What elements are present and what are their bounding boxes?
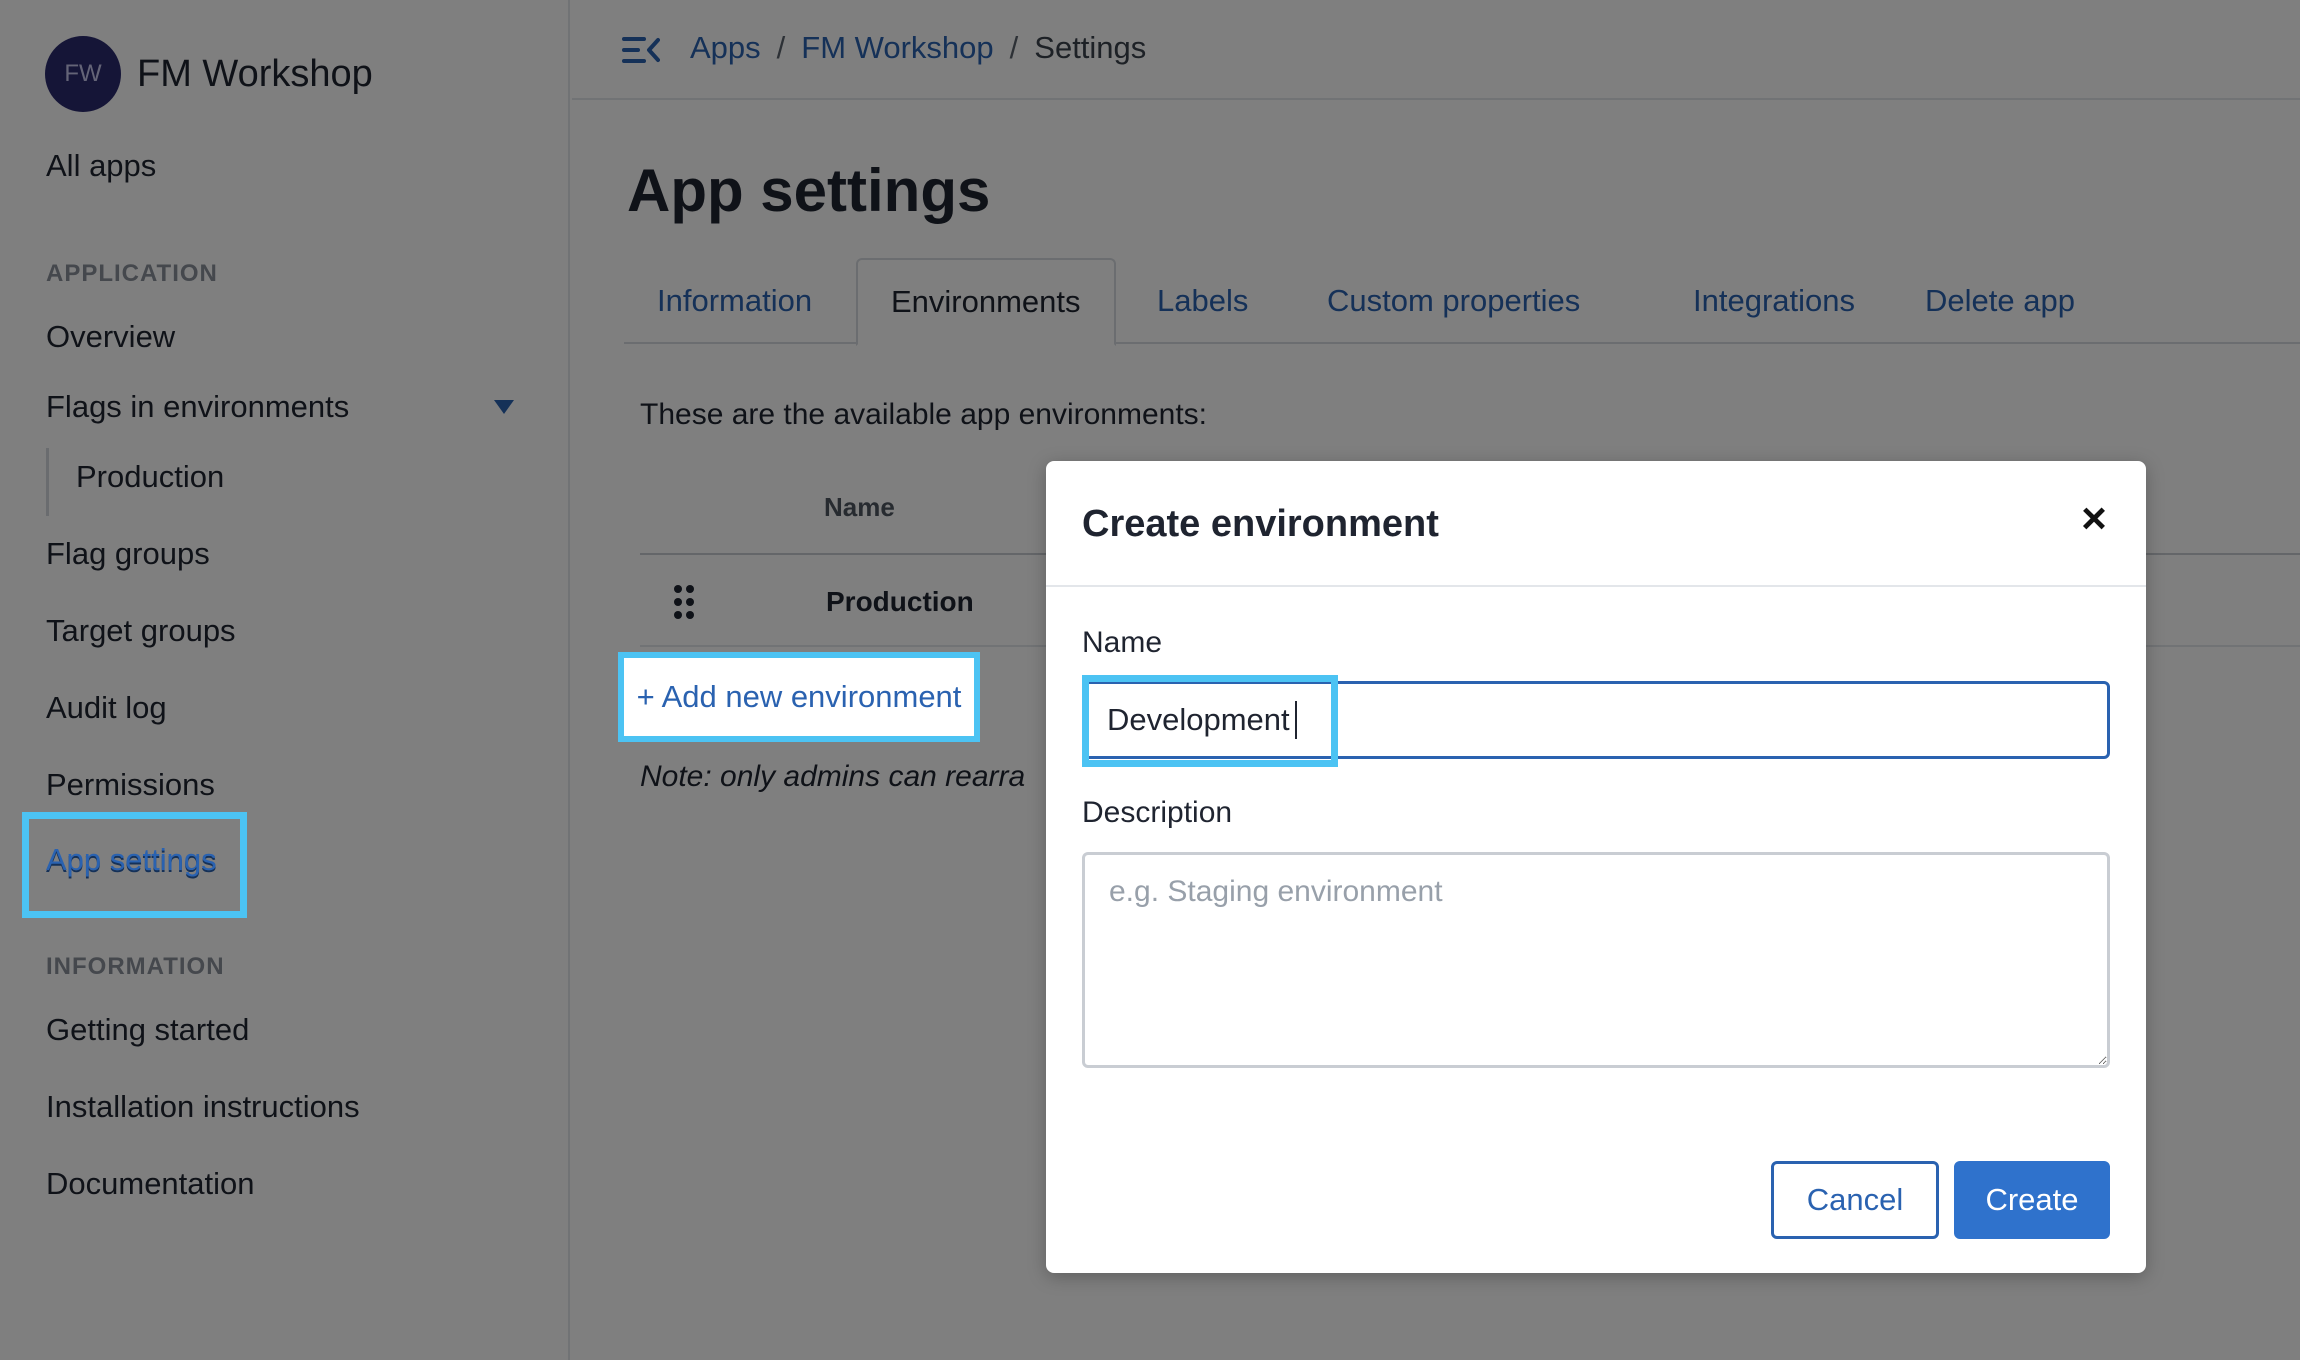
- highlight-name-field: [1082, 675, 1338, 767]
- name-label: Name: [1082, 626, 1163, 659]
- cancel-button[interactable]: Cancel: [1771, 1161, 1939, 1239]
- create-environment-dialog: Create environment × Name Description Ca…: [1046, 461, 2146, 1273]
- create-button[interactable]: Create: [1954, 1161, 2110, 1239]
- close-icon[interactable]: ×: [2076, 497, 2112, 541]
- description-label: Description: [1082, 796, 1233, 829]
- dialog-title: Create environment: [1082, 503, 1439, 545]
- description-field[interactable]: [1082, 852, 2110, 1068]
- dialog-header: Create environment ×: [1046, 461, 2146, 587]
- sidebar-item-app-settings-highlighted[interactable]: App settings: [46, 842, 217, 878]
